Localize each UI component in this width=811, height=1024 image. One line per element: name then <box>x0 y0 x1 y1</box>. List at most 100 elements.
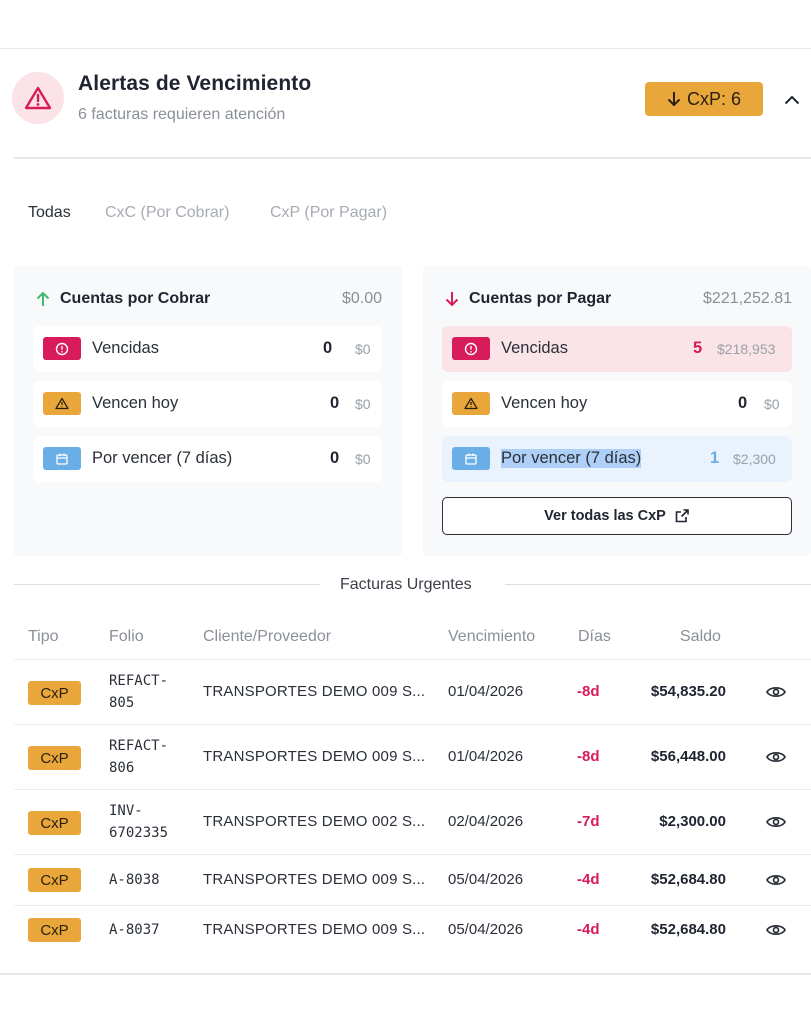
folio-cell: INV- 6702335 <box>109 803 169 841</box>
pagar-row-vencidas[interactable]: Vencidas 5 $218,953 <box>442 326 792 372</box>
cxp-count-badge[interactable]: CxP: 6 <box>645 82 763 116</box>
cliente-cell: TRANSPORTES DEMO 002 S... <box>203 813 426 830</box>
vencimiento-cell: 01/04/2026 <box>448 748 524 765</box>
eye-icon <box>766 817 786 827</box>
cliente-cell: TRANSPORTES DEMO 009 S... <box>203 921 426 938</box>
folio-cell: A-8037 <box>109 922 160 938</box>
col-tipo[interactable]: Tipo <box>28 628 59 646</box>
tipo-badge: CxP <box>28 681 81 705</box>
cobrar-heading: Cuentas por Cobrar <box>36 290 210 308</box>
arrow-down-icon <box>445 292 459 307</box>
saldo-cell: $56,448.00 <box>650 748 726 765</box>
pagar-row-vencen-hoy[interactable]: Vencen hoy 0 $0 <box>442 381 792 427</box>
row-count: 0 <box>330 449 340 467</box>
cobrar-row-por-vencer[interactable]: Por vencer (7 días) 0 $0 <box>33 436 382 482</box>
warning-triangle-icon <box>464 397 478 410</box>
saldo-cell: $2,300.00 <box>659 813 726 830</box>
folio-cell: REFACT- 805 <box>109 673 169 711</box>
overdue-chip <box>452 337 490 360</box>
row-count: 1 <box>710 449 720 467</box>
view-button[interactable] <box>765 749 787 765</box>
overdue-chip <box>43 337 81 360</box>
eye-icon <box>766 925 786 935</box>
urgent-title: Facturas Urgentes <box>340 576 472 593</box>
col-vencimiento[interactable]: Vencimiento <box>448 628 535 646</box>
view-button[interactable] <box>765 814 787 830</box>
tab-todas[interactable]: Todas <box>28 204 71 222</box>
row-label: Vencen hoy <box>92 394 179 412</box>
row-label: Vencidas <box>92 339 159 357</box>
col-cliente[interactable]: Cliente/Proveedor <box>203 628 331 646</box>
pagar-total: $221,252.81 <box>703 290 792 307</box>
top-divider <box>0 48 811 49</box>
folio-cell: A-8038 <box>109 872 160 888</box>
col-folio[interactable]: Folio <box>109 628 144 646</box>
cobrar-row-vencen-hoy[interactable]: Vencen hoy 0 $0 <box>33 381 382 427</box>
saldo-cell: $52,684.80 <box>650 921 726 938</box>
cliente-cell: TRANSPORTES DEMO 009 S... <box>203 748 426 765</box>
urgent-divider-right <box>505 584 811 585</box>
row-label: Por vencer (7 días) <box>92 449 233 467</box>
view-button[interactable] <box>765 922 787 938</box>
table-row[interactable]: CxP A-8037 TRANSPORTES DEMO 009 S... 05/… <box>14 905 811 955</box>
vencimiento-cell: 05/04/2026 <box>448 871 524 888</box>
row-amount: $0 <box>355 396 371 412</box>
header-divider <box>14 157 811 159</box>
dias-cell: -4d <box>577 871 600 888</box>
row-label: Por vencer (7 días) <box>501 449 642 468</box>
page-subtitle: 6 facturas requieren atención <box>78 106 286 123</box>
view-button[interactable] <box>765 684 787 700</box>
vencimiento-cell: 02/04/2026 <box>448 813 524 830</box>
row-amount: $218,953 <box>717 341 776 357</box>
row-label: Vencen hoy <box>501 394 588 412</box>
pagar-title: Cuentas por Pagar <box>469 290 612 307</box>
vencimiento-cell: 01/04/2026 <box>448 683 524 700</box>
col-dias[interactable]: Días <box>578 628 611 646</box>
alert-badge <box>12 72 64 124</box>
view-button[interactable] <box>765 872 787 888</box>
pagar-row-por-vencer[interactable]: Por vencer (7 días) 1 $2,300 <box>442 436 792 482</box>
row-label: Vencidas <box>501 339 568 357</box>
alert-circle-icon <box>464 342 478 355</box>
tipo-badge: CxP <box>28 868 81 892</box>
table-row[interactable]: CxP INV- 6702335 TRANSPORTES DEMO 002 S.… <box>14 789 811 854</box>
tab-cxp[interactable]: CxP (Por Pagar) <box>270 204 387 222</box>
row-amount: $2,300 <box>733 451 776 467</box>
upcoming-chip <box>43 447 81 470</box>
bottom-divider <box>0 973 811 975</box>
tab-cxc[interactable]: CxC (Por Cobrar) <box>105 204 229 222</box>
cobrar-title: Cuentas por Cobrar <box>60 290 211 307</box>
cxp-badge-label: CxP: 6 <box>686 88 742 109</box>
eye-icon <box>766 687 786 697</box>
vencimiento-cell: 05/04/2026 <box>448 921 524 938</box>
arrow-down-icon <box>667 92 681 107</box>
folio-cell: REFACT- 806 <box>109 738 169 776</box>
due-today-chip <box>452 392 490 415</box>
table-row[interactable]: CxP REFACT- 806 TRANSPORTES DEMO 009 S..… <box>14 724 811 789</box>
view-all-cxp-button[interactable]: Ver todas las CxP <box>442 497 792 535</box>
dias-cell: -7d <box>577 813 600 830</box>
row-amount: $0 <box>355 451 371 467</box>
due-today-chip <box>43 392 81 415</box>
table-row[interactable]: CxP A-8038 TRANSPORTES DEMO 009 S... 05/… <box>14 854 811 905</box>
row-amount: $0 <box>764 396 780 412</box>
tipo-badge: CxP <box>28 918 81 942</box>
row-amount: $0 <box>355 341 371 357</box>
row-count: 0 <box>330 394 340 412</box>
upcoming-chip <box>452 447 490 470</box>
warning-triangle-icon <box>24 86 52 110</box>
eye-icon <box>766 875 786 885</box>
col-saldo[interactable]: Saldo <box>680 628 721 646</box>
cliente-cell: TRANSPORTES DEMO 009 S... <box>203 871 426 888</box>
cobrar-total: $0.00 <box>341 290 382 307</box>
cliente-cell: TRANSPORTES DEMO 009 S... <box>203 683 426 700</box>
collapse-button[interactable] <box>781 90 803 110</box>
pagar-heading: Cuentas por Pagar <box>445 290 611 308</box>
dias-cell: -8d <box>577 748 600 765</box>
arrow-up-icon <box>36 291 50 306</box>
alert-circle-icon <box>55 342 69 355</box>
cobrar-row-vencidas[interactable]: Vencidas 0 $0 <box>33 326 382 372</box>
row-count: 5 <box>693 339 703 357</box>
warning-triangle-icon <box>55 397 69 410</box>
table-row[interactable]: CxP REFACT- 805 TRANSPORTES DEMO 009 S..… <box>14 659 811 724</box>
